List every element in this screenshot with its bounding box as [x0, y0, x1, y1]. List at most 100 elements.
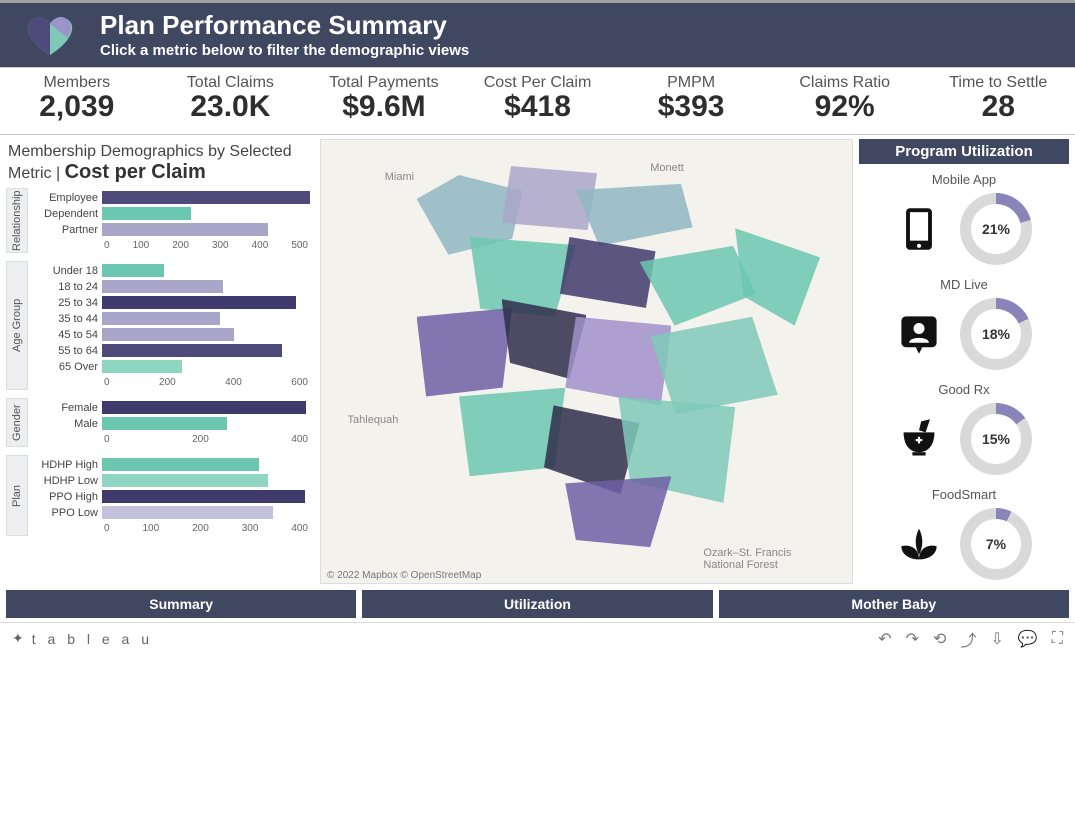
- kpi-value: 92%: [768, 90, 922, 124]
- donut-chart: 21%: [960, 193, 1032, 265]
- bar-category-label: 18 to 24: [32, 281, 102, 293]
- kpi-card[interactable]: Members2,039: [0, 74, 154, 124]
- donut-percent-label: 18%: [960, 298, 1032, 370]
- bar-category-label: Male: [32, 418, 102, 430]
- bar-row[interactable]: Employee: [32, 190, 310, 206]
- map-label: Monett: [650, 162, 684, 174]
- redo-icon[interactable]: ↷: [906, 629, 919, 649]
- tab-summary[interactable]: Summary: [6, 590, 356, 618]
- kpi-card[interactable]: Claims Ratio92%: [768, 74, 922, 124]
- mortar-pestle-icon: [896, 416, 942, 462]
- reset-icon[interactable]: ⟲: [933, 629, 946, 649]
- bar-row[interactable]: PPO Low: [32, 505, 310, 521]
- bar-row[interactable]: Female: [32, 400, 310, 416]
- bar-row[interactable]: 18 to 24: [32, 279, 310, 295]
- bar-row[interactable]: 55 to 64: [32, 343, 310, 359]
- download-icon[interactable]: ⇩: [990, 629, 1003, 649]
- bar-category-label: 25 to 34: [32, 297, 102, 309]
- share-icon[interactable]: ⤴: [960, 627, 976, 651]
- donut-chart: 7%: [960, 508, 1032, 580]
- bar-row[interactable]: Partner: [32, 222, 310, 238]
- utilization-item[interactable]: Mobile App 21%: [859, 164, 1069, 269]
- page-subtitle: Click a metric below to filter the demog…: [100, 42, 469, 59]
- utilization-item[interactable]: MD Live 18%: [859, 269, 1069, 374]
- demographic-chart: GenderFemaleMale0200400: [6, 398, 314, 447]
- comment-icon[interactable]: 💬: [1018, 629, 1038, 649]
- kpi-label: Cost Per Claim: [461, 74, 615, 92]
- demographics-title: Membership Demographics by Selected Metr…: [6, 139, 314, 188]
- utilization-item-name: FoodSmart: [859, 487, 1069, 502]
- footer-toolbar: ↶ ↷ ⟲ ⤴ ⇩ 💬 ⛶: [878, 627, 1063, 651]
- donut-percent-label: 21%: [960, 193, 1032, 265]
- map-attribution: © 2022 Mapbox © OpenStreetMap: [327, 570, 481, 581]
- program-utilization-header: Program Utilization: [859, 139, 1069, 164]
- tab-utilization[interactable]: Utilization: [362, 590, 712, 618]
- leaf-icon: [896, 521, 942, 567]
- bar-row[interactable]: 25 to 34: [32, 295, 310, 311]
- bar-category-label: Employee: [32, 192, 102, 204]
- tableau-logo: ✦ t a b l e a u: [12, 630, 153, 647]
- bar-row[interactable]: HDHP High: [32, 457, 310, 473]
- bar-row[interactable]: PPO High: [32, 489, 310, 505]
- donut-chart: 15%: [960, 403, 1032, 475]
- utilization-item-name: Mobile App: [859, 172, 1069, 187]
- demographic-chart: PlanHDHP HighHDHP LowPPO High PPO Low 0100…: [6, 455, 314, 536]
- chart-axis: 0100200300400500: [32, 240, 310, 251]
- bar-row[interactable]: 65 Over: [32, 359, 310, 375]
- kpi-card[interactable]: Cost Per Claim$418: [461, 74, 615, 124]
- choropleth-map[interactable]: Miami Monett Tahlequah Ozark–St. Francis…: [320, 139, 853, 584]
- utilization-item[interactable]: FoodSmart 7%: [859, 479, 1069, 584]
- bar-category-label: Under 18: [32, 265, 102, 277]
- page-title: Plan Performance Summary: [100, 11, 469, 40]
- bar-row[interactable]: 35 to 44: [32, 311, 310, 327]
- kpi-value: $418: [461, 90, 615, 124]
- bar-category-label: 45 to 54: [32, 329, 102, 341]
- bar-row[interactable]: HDHP Low: [32, 473, 310, 489]
- donut-percent-label: 15%: [960, 403, 1032, 475]
- donut-percent-label: 7%: [960, 508, 1032, 580]
- utilization-item-name: MD Live: [859, 277, 1069, 292]
- demographic-chart: Age Group Under 18 18 to 24 25 to 34 35 to 4…: [6, 261, 314, 390]
- chart-group-label: Age Group: [6, 261, 28, 390]
- utilization-item[interactable]: Good Rx 15%: [859, 374, 1069, 479]
- bar-category-label: 35 to 44: [32, 313, 102, 325]
- chart-group-label: Plan: [6, 455, 28, 536]
- chart-group-label: Relationship: [6, 188, 28, 253]
- donut-chart: 18%: [960, 298, 1032, 370]
- demographic-chart: Relationship Employee Dependent Partner 0100…: [6, 188, 314, 253]
- bar-row[interactable]: 45 to 54: [32, 327, 310, 343]
- kpi-card[interactable]: Total Payments$9.6M: [307, 74, 461, 124]
- demographics-column: Membership Demographics by Selected Metr…: [6, 139, 314, 584]
- bar-category-label: Dependent: [32, 208, 102, 220]
- kpi-value: $9.6M: [307, 90, 461, 124]
- kpi-label: Total Payments: [307, 74, 461, 92]
- bar-category-label: Partner: [32, 224, 102, 236]
- map-label: Miami: [385, 171, 414, 183]
- phone-icon: [896, 206, 942, 252]
- bar-row[interactable]: Under 18: [32, 263, 310, 279]
- kpi-value: $393: [614, 90, 768, 124]
- chart-group-label: Gender: [6, 398, 28, 447]
- bar-row[interactable]: Male: [32, 416, 310, 432]
- tableau-logo-icon: ✦: [12, 630, 28, 647]
- bar-category-label: PPO Low: [32, 507, 102, 519]
- kpi-card[interactable]: PMPM$393: [614, 74, 768, 124]
- kpi-card[interactable]: Total Claims23.0K: [154, 74, 308, 124]
- map-label: Ozark–St. Francis National Forest: [703, 547, 823, 571]
- kpi-value: 28: [921, 90, 1075, 124]
- bar-category-label: Female: [32, 402, 102, 414]
- undo-icon[interactable]: ↶: [878, 629, 891, 649]
- bar-row[interactable]: Dependent: [32, 206, 310, 222]
- tabs-row: SummaryUtilizationMother Baby: [0, 590, 1075, 622]
- fullscreen-icon[interactable]: ⛶: [1052, 630, 1063, 648]
- tab-mother-baby[interactable]: Mother Baby: [719, 590, 1069, 618]
- chart-axis: 0200400600: [32, 377, 310, 388]
- person-badge-icon: [896, 311, 942, 357]
- header-bar: Plan Performance Summary Click a metric …: [0, 0, 1075, 67]
- map-label: Tahlequah: [348, 414, 399, 426]
- kpi-card[interactable]: Time to Settle28: [921, 74, 1075, 124]
- chart-axis: 0100200300400: [32, 523, 310, 534]
- footer-bar: ✦ t a b l e a u ↶ ↷ ⟲ ⤴ ⇩ 💬 ⛶: [0, 622, 1075, 655]
- kpi-value: 2,039: [0, 90, 154, 124]
- kpi-row: Members2,039Total Claims23.0KTotal Payme…: [0, 67, 1075, 135]
